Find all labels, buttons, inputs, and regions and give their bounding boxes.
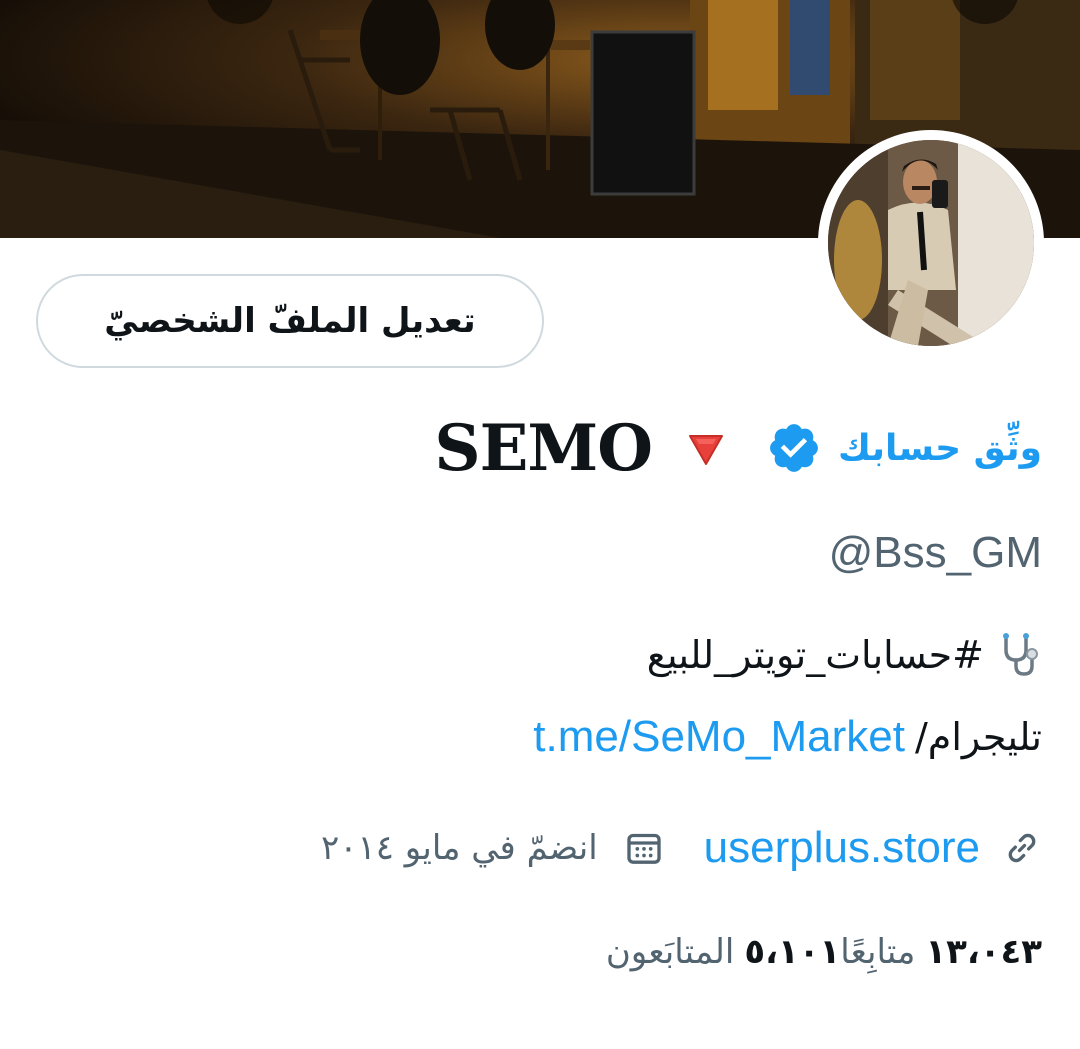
bio-telegram-label: تليجرام/: [914, 715, 1042, 759]
avatar[interactable]: [818, 130, 1044, 356]
followers-label: متابِعًا: [840, 932, 916, 972]
red-triangle-down-icon: [686, 428, 726, 468]
following-count: ٥،١٠١: [744, 932, 841, 972]
verify-account-link[interactable]: وثِّق حسابك: [838, 428, 1042, 469]
profile-meta-row: userplus.store انضمّ في مايو ٢٠١٤: [321, 818, 1042, 878]
bio-hashtag[interactable]: #حسابات_تويتر_للبيع: [647, 633, 984, 677]
bio-line-hashtag: #حسابات_تويتر_للبيع: [647, 632, 1042, 678]
avatar-image: [828, 140, 1034, 346]
verified-badge-icon[interactable]: [766, 420, 822, 476]
website-link[interactable]: userplus.store: [704, 823, 980, 873]
follow-stats: ٥،١٠١ المتابَعون ١٣،٠٤٣ متابِعًا: [562, 922, 1042, 982]
edit-profile-button[interactable]: تعديل الملفّ الشخصيّ: [36, 274, 544, 368]
stethoscope-icon: [996, 632, 1042, 678]
bio-line-telegram: تليجرام/ t.me/SeMo_Market: [533, 712, 1042, 762]
link-icon: [1002, 828, 1042, 868]
calendar-icon: [624, 828, 664, 868]
followers-stat[interactable]: ١٣،٠٤٣ متابِعًا: [840, 932, 1042, 972]
following-label: المتابَعون: [605, 932, 735, 972]
display-name: SEMO: [434, 410, 653, 486]
bio-telegram-link[interactable]: t.me/SeMo_Market: [533, 712, 905, 762]
username-handle: @Bss_GM: [828, 528, 1042, 577]
following-stat[interactable]: ٥،١٠١ المتابَعون: [606, 932, 840, 972]
followers-count: ١٣،٠٤٣: [925, 932, 1042, 972]
name-row: وثِّق حسابك SEMO: [434, 408, 1042, 488]
join-date: انضمّ في مايو ٢٠١٤: [320, 828, 598, 868]
